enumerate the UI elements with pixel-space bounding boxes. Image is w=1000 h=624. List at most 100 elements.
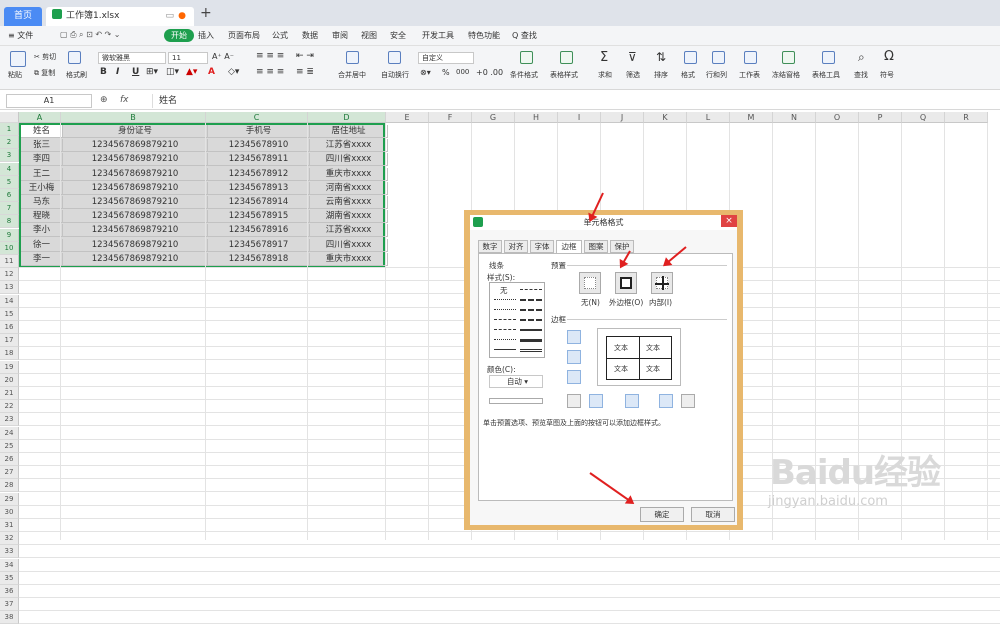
menu-formula[interactable]: 公式: [272, 30, 288, 41]
column-header[interactable]: I: [558, 112, 601, 123]
conditional-format-button[interactable]: 条件格式: [510, 70, 538, 80]
row-header[interactable]: 16: [0, 321, 19, 334]
table-cell[interactable]: 12345678913: [208, 181, 310, 195]
table-cell[interactable]: 身份证号: [63, 125, 208, 138]
row-col-button[interactable]: 行和列: [706, 70, 727, 80]
table-cell[interactable]: 重庆市xxxx: [310, 167, 388, 181]
table-cell[interactable]: 李小: [21, 224, 63, 238]
thousands-button[interactable]: 000: [456, 68, 469, 76]
row-header[interactable]: 29: [0, 492, 19, 506]
clear-format-icon[interactable]: ◇▾: [228, 67, 239, 77]
table-cell[interactable]: 1234567869879210: [63, 252, 208, 266]
new-tab-button[interactable]: +: [200, 5, 212, 21]
name-box[interactable]: A1: [6, 94, 92, 108]
tab-workbook[interactable]: 工作簿1.xlsx ▭ ●: [46, 7, 194, 26]
format-painter-button[interactable]: 格式刷: [66, 70, 87, 80]
row-header[interactable]: 14: [0, 294, 19, 308]
freeze-panes-icon[interactable]: [782, 51, 795, 64]
row-header[interactable]: 27: [0, 466, 19, 480]
sum-icon[interactable]: Σ: [600, 50, 608, 65]
row-header[interactable]: 15: [0, 307, 19, 321]
column-header[interactable]: O: [816, 112, 859, 123]
font-grow-shrink-icons[interactable]: A⁺ A⁻: [212, 52, 234, 61]
row-header[interactable]: 9: [0, 228, 19, 242]
symbol-icon[interactable]: Ω: [884, 49, 894, 64]
row-header[interactable]: 7: [0, 202, 19, 216]
row-header[interactable]: 30: [0, 505, 19, 519]
paste-icon[interactable]: [10, 51, 26, 67]
menu-security[interactable]: 安全: [390, 30, 406, 41]
table-cell[interactable]: 张三: [21, 139, 63, 153]
border-preview[interactable]: 文本 文本 文本 文本: [597, 328, 681, 386]
row-header[interactable]: 31: [0, 519, 19, 532]
table-cell[interactable]: 12345678910: [208, 139, 310, 153]
sort-icon[interactable]: ⇅: [656, 50, 666, 64]
freeze-panes-button[interactable]: 冻结窗格: [772, 70, 800, 80]
table-cell[interactable]: 云南省xxxx: [310, 196, 388, 209]
worksheet-icon[interactable]: [744, 51, 757, 64]
menu-review[interactable]: 审阅: [332, 30, 348, 41]
ok-button[interactable]: 确定: [640, 507, 684, 522]
dialog-close-button[interactable]: ×: [721, 215, 737, 227]
row-header[interactable]: 38: [0, 611, 19, 624]
border-diagonal-down-button[interactable]: [681, 394, 695, 408]
formula-input[interactable]: 姓名: [152, 94, 992, 108]
column-header[interactable]: K: [644, 112, 687, 123]
worksheet-button[interactable]: 工作表: [739, 70, 760, 80]
tab-alignment[interactable]: 对齐: [504, 240, 528, 253]
row-header[interactable]: 37: [0, 598, 19, 612]
column-header[interactable]: M: [730, 112, 773, 123]
tab-pattern[interactable]: 图案: [584, 240, 608, 253]
border-top-button[interactable]: [567, 330, 581, 344]
row-header[interactable]: 35: [0, 571, 19, 585]
table-cell[interactable]: 四川省xxxx: [310, 153, 388, 167]
font-select[interactable]: 微软雅黑: [98, 52, 166, 64]
table-cell[interactable]: 居住地址: [310, 125, 388, 138]
row-header[interactable]: 13: [0, 281, 19, 295]
row-header[interactable]: 28: [0, 479, 19, 493]
line-style-none[interactable]: 无: [500, 285, 508, 296]
table-cell[interactable]: 江苏省xxxx: [310, 224, 388, 238]
table-cell[interactable]: 程晓: [21, 210, 63, 224]
row-header[interactable]: 33: [0, 545, 19, 559]
menu-dev-tools[interactable]: 开发工具: [422, 30, 454, 41]
tab-border[interactable]: 边框: [556, 240, 582, 254]
menu-data[interactable]: 数据: [302, 30, 318, 41]
table-cell[interactable]: 王二: [21, 167, 63, 181]
merge-center-button[interactable]: 合并居中: [338, 70, 366, 80]
quick-access-icons[interactable]: ▢ ⎙ ⌕ ⊡ ↶ ↷ ⌄: [60, 30, 121, 40]
preset-outline-button[interactable]: [615, 272, 637, 294]
column-header[interactable]: D: [308, 112, 386, 123]
column-header[interactable]: L: [687, 112, 730, 123]
find-icon[interactable]: ⌕: [858, 50, 865, 65]
merge-icon[interactable]: [346, 51, 359, 64]
border-button[interactable]: ⊞▾: [146, 67, 158, 77]
menu-view[interactable]: 视图: [361, 30, 377, 41]
tab-home[interactable]: 首页: [4, 7, 42, 26]
number-format-select[interactable]: 自定义: [418, 52, 474, 64]
table-cell[interactable]: 四川省xxxx: [310, 238, 388, 252]
table-cell[interactable]: 李四: [21, 153, 63, 167]
preset-inside-button[interactable]: [651, 272, 673, 294]
format-icon[interactable]: [684, 51, 697, 64]
wrap-text-button[interactable]: 自动换行: [381, 70, 409, 80]
table-cell[interactable]: 12345678917: [208, 238, 310, 252]
underline-button[interactable]: U: [132, 67, 139, 77]
table-cell[interactable]: 1234567869879210: [63, 181, 208, 195]
table-style-button[interactable]: 表格样式: [550, 70, 578, 80]
column-header[interactable]: N: [773, 112, 816, 123]
align-left-icons[interactable]: ≡ ≡ ≡: [256, 67, 284, 77]
decimal-icons[interactable]: +0 .00: [476, 68, 503, 77]
font-color-icon[interactable]: ▲▾: [186, 67, 197, 77]
border-middle-button[interactable]: [567, 350, 581, 364]
table-cell[interactable]: 江苏省xxxx: [310, 139, 388, 153]
table-cell[interactable]: 1234567869879210: [63, 238, 208, 252]
table-cell[interactable]: 徐一: [21, 238, 63, 252]
align-top-icons[interactable]: ≡ ≡ ≡: [256, 51, 284, 61]
fill-color-button[interactable]: ◫▾: [166, 67, 179, 77]
border-right-button[interactable]: [659, 394, 673, 408]
sort-button[interactable]: 排序: [654, 70, 668, 80]
column-header[interactable]: E: [386, 112, 429, 123]
table-cell[interactable]: 河南省xxxx: [310, 181, 388, 195]
border-left-button[interactable]: [589, 394, 603, 408]
